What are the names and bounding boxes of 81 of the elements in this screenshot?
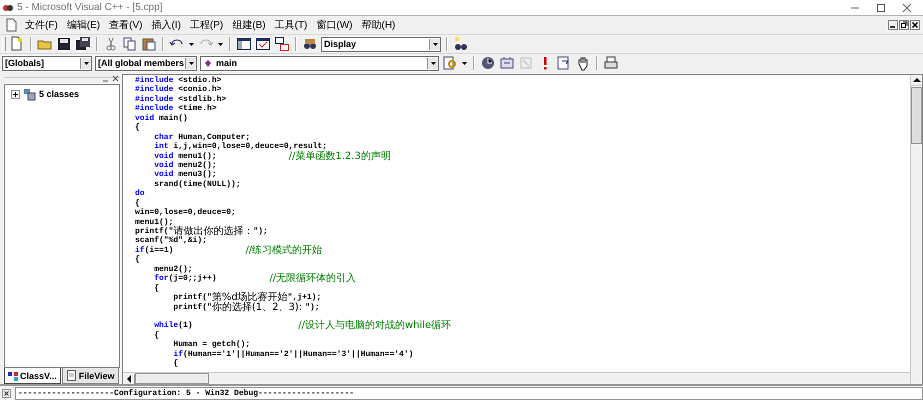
caret-icon[interactable] (217, 40, 224, 48)
maximize-icon[interactable] (875, 2, 887, 14)
code-line: printf("你的选择(1、2、3): "); (172, 302, 320, 312)
code-line: if(Human=='1'||Human=='2'||Human=='3'||Human=='4') (172, 350, 414, 359)
restore-icon[interactable] (899, 20, 909, 30)
scroll-thumb[interactable] (135, 373, 209, 384)
code-line: srand(time(NULL)); (153, 180, 241, 190)
code-line: do (135, 189, 145, 199)
binoculars-icon[interactable] (453, 36, 469, 52)
caret-icon[interactable] (82, 60, 90, 66)
code-line: void menu3(); (153, 170, 217, 180)
panel-tab[interactable]: ClassV... (4, 368, 61, 384)
panel-tab[interactable]: FileView (62, 368, 119, 384)
menu-item[interactable]: 工程(P) (188, 18, 226, 32)
vertical-scrollbar[interactable] (910, 75, 922, 384)
code-line: for(j=0;;j++) //无限循环体的引入 (153, 274, 356, 284)
output-text: --------------------Configuration: 5 - Win32 Debug-------------------- (15, 386, 923, 400)
menu-item[interactable]: 组建(B) (230, 18, 268, 32)
printer-icon[interactable] (603, 55, 619, 71)
window-icon[interactable] (236, 36, 252, 52)
scope-combo[interactable]: [Globals] (2, 56, 92, 70)
code-line: { (172, 359, 178, 369)
code-line: { (153, 284, 160, 294)
code-line: { (153, 330, 160, 340)
menu-item[interactable]: 工具(T) (272, 18, 310, 32)
code-line: #include <time.h> (135, 104, 217, 114)
expander-icon[interactable] (11, 90, 20, 98)
close-icon[interactable] (910, 20, 920, 30)
caret-icon[interactable] (430, 60, 436, 66)
code-line: printf("请做出你的选择："); (135, 227, 268, 236)
code-line: void menu2(); (153, 160, 217, 170)
window-icon[interactable] (255, 36, 271, 52)
scroll-thumb[interactable] (911, 87, 922, 144)
tree-item[interactable]: 5 classes (39, 89, 80, 99)
code-line: int i,j,win=0,lose=0,deuce=0,result; (153, 142, 328, 152)
class-view-icon (8, 370, 18, 382)
menu-item[interactable]: 帮助(H) (360, 18, 398, 32)
find-combo[interactable]: Display (321, 36, 441, 52)
code-line: void main() (135, 114, 188, 123)
paste-icon[interactable] (141, 36, 157, 52)
code-line: #include <conio.h> (135, 85, 222, 95)
code-line: #include <stdlib.h> (135, 94, 226, 104)
minimize-icon[interactable] (888, 20, 898, 30)
menu-item[interactable]: 编辑(E) (64, 18, 102, 32)
code-line: while(1) //设计人与电脑的对战的while循环 (153, 321, 452, 331)
caret-icon[interactable] (461, 60, 468, 66)
member-combo[interactable]: main (200, 56, 439, 70)
menu-item[interactable]: 文件(F) (23, 18, 60, 32)
code-line: menu1(); (135, 218, 174, 227)
code-line: printf("第%d场比赛开始",j+1); (172, 293, 322, 302)
copy-icon[interactable] (122, 36, 138, 52)
menu-item[interactable]: 窗口(W) (314, 18, 354, 32)
code-line: #include <stdio.h> (135, 76, 222, 85)
floppy-disks-icon[interactable] (75, 36, 91, 52)
menu-item[interactable]: 插入(I) (149, 18, 183, 32)
caret-icon[interactable] (188, 60, 194, 66)
caret-icon[interactable] (432, 40, 438, 48)
code-line: char Human,Computer; (153, 132, 250, 142)
caret-icon[interactable] (188, 40, 195, 48)
tiled-windows-icon[interactable] (274, 36, 290, 52)
code-line: scanf("%d",&i); (135, 236, 208, 246)
filter-combo[interactable]: [All global members (95, 56, 197, 70)
close-icon[interactable] (111, 74, 120, 83)
code-line: { (135, 255, 140, 265)
code-line: { (135, 198, 140, 208)
new-file-icon[interactable] (9, 36, 25, 52)
classes-icon (23, 88, 36, 100)
code-line: { (135, 123, 140, 133)
code-line: Human = getch(); (172, 340, 250, 350)
binoculars-icon[interactable] (302, 36, 318, 52)
code-line: menu2(); (153, 264, 193, 274)
menu-item[interactable]: 查看(V) (107, 18, 144, 32)
code-line: if(i==1) //练习模式的开始 (135, 246, 322, 256)
scroll-up-icon (910, 75, 922, 85)
code-line: win=0,lose=0,deuce=0; (135, 208, 236, 218)
close-icon[interactable] (2, 388, 11, 398)
window-title: 5 - Microsoft Visual C++ - [5.cpp] (17, 2, 164, 13)
horizontal-scrollbar[interactable] (123, 372, 910, 384)
file-icon (66, 369, 77, 382)
code-line: void menu1(); //菜单函数1.2.3的声明 (153, 152, 391, 161)
document-icon[interactable] (4, 18, 18, 32)
